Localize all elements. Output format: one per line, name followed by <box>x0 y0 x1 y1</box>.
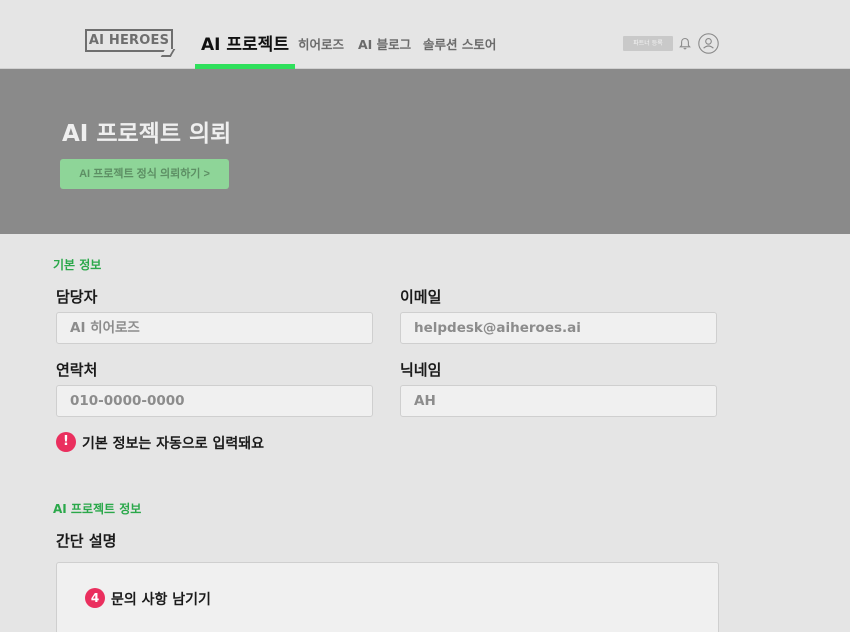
nav-item-ai-blog[interactable]: AI 블로그 <box>358 34 411 53</box>
bell-icon[interactable] <box>679 37 691 50</box>
partner-register-button[interactable]: 파트너 등록 <box>623 36 673 51</box>
manager-field[interactable]: AI 히어로즈 <box>56 312 373 344</box>
nav-item-ai-project[interactable]: AI 프로젝트 <box>201 30 289 55</box>
hero-banner <box>0 69 850 234</box>
nickname-label: 닉네임 <box>400 361 442 379</box>
email-label: 이메일 <box>400 288 442 306</box>
step-number-badge: 4 <box>85 588 105 608</box>
user-icon[interactable] <box>698 33 719 54</box>
page-title: AI 프로젝트 의뢰 <box>62 121 232 147</box>
ai-heroes-logo[interactable]: AI HEROES <box>85 29 173 52</box>
inquiry-step-label: 문의 사항 남기기 <box>111 592 211 608</box>
basic-info-section-title: 기본 정보 <box>53 258 102 272</box>
top-navigation-bar: AI HEROES AI 프로젝트 히어로즈 AI 블로그 솔루션 스토어 파트… <box>0 0 850 69</box>
project-info-section-title: AI 프로젝트 정보 <box>53 502 142 516</box>
nav-item-heroes[interactable]: 히어로즈 <box>298 34 344 53</box>
auto-fill-notice: 기본 정보는 자동으로 입력돼요 <box>82 436 265 452</box>
phone-field[interactable]: 010-0000-0000 <box>56 385 373 417</box>
phone-label: 연락처 <box>56 361 98 379</box>
formal-request-button[interactable]: AI 프로젝트 정식 의뢰하기 > <box>60 159 229 189</box>
nickname-field[interactable]: AH <box>400 385 717 417</box>
nav-item-solution-store[interactable]: 솔루션 스토어 <box>423 34 496 53</box>
manager-label: 담당자 <box>56 288 98 306</box>
email-field[interactable]: helpdesk@aiheroes.ai <box>400 312 717 344</box>
alert-icon: ! <box>56 432 76 452</box>
summary-label: 간단 설명 <box>56 532 117 550</box>
